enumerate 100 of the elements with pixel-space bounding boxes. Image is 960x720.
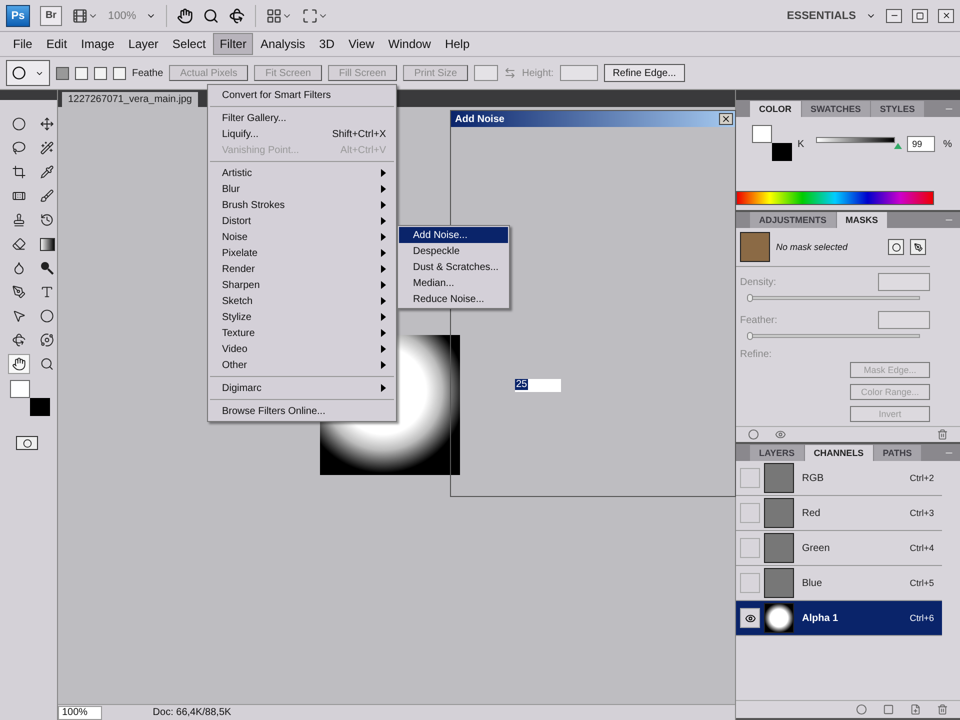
density-field[interactable] [878,273,930,291]
menu-item[interactable]: Video [208,341,396,357]
visibility-toggle[interactable] [740,503,760,523]
menu-item[interactable]: View [341,33,382,55]
panel-tab[interactable]: LAYERS [750,445,804,461]
panel-tab[interactable]: STYLES [870,101,924,117]
menu-item[interactable]: Despeckle [399,243,508,259]
foreground-swatch[interactable] [752,125,772,143]
amount-field[interactable]: 25 [515,379,561,392]
selection-mode-icon[interactable] [113,66,126,80]
menu-item[interactable]: Help [438,33,477,55]
menu-item[interactable]: Noise [208,229,396,245]
refine-edge-button[interactable]: Refine Edge... [604,64,686,82]
menu-item[interactable]: Sketch [208,293,396,309]
menu-item[interactable]: Convert for Smart Filters [208,87,396,103]
menu-item[interactable]: Texture [208,325,396,341]
menu-item[interactable]: Dust & Scratches... [399,259,508,275]
mask-status: No mask selected [776,242,849,252]
menu-item[interactable]: Pixelate [208,245,396,261]
restore-button[interactable] [912,8,928,22]
feather-field[interactable] [878,311,930,329]
visibility-toggle[interactable] [740,573,760,593]
panel-tab[interactable]: ADJUSTMENTS [750,212,836,228]
panel-tab[interactable]: COLOR [750,101,800,117]
menu-item[interactable]: File [6,33,40,55]
menu-item[interactable]: Distort [208,213,396,229]
bridge-button[interactable]: Br [40,6,62,26]
zoom-field[interactable]: 100% [58,706,102,720]
color-spectrum[interactable] [736,191,934,205]
height-field[interactable] [560,65,598,81]
background-swatch[interactable] [30,398,50,416]
app-logo[interactable]: Ps [6,4,30,26]
channel-row[interactable]: Red Ctrl+3 [736,496,942,531]
menu-item[interactable]: Reduce Noise... [399,291,508,307]
menu-item[interactable]: Filter [212,33,254,55]
visibility-toggle[interactable] [740,538,760,558]
menu-item[interactable]: Digimarc [208,380,396,396]
layout-icon[interactable] [266,8,282,24]
menu-item[interactable]: Brush Strokes [208,197,396,213]
panel-tab[interactable]: PATHS [874,445,921,461]
menu-item[interactable]: Median... [399,275,508,291]
menu-item[interactable]: Image [74,33,122,55]
selection-mode-icon[interactable] [94,66,107,80]
selection-mode-icon[interactable] [56,66,69,80]
mask-icon[interactable] [883,704,894,715]
panel-tab[interactable]: MASKS [836,212,888,228]
channel-row[interactable]: RGB Ctrl+2 [736,461,942,496]
panel-tab[interactable]: SWATCHES [802,101,870,117]
menu-item[interactable]: Window [381,33,438,55]
close-icon [942,11,950,20]
selection-icon[interactable] [748,429,759,440]
hand-icon[interactable] [177,8,194,24]
new-channel-icon[interactable] [910,704,921,715]
slider-thumb[interactable] [747,332,753,340]
visibility-toggle[interactable] [740,468,760,488]
channel-row[interactable]: Alpha 1 Ctrl+6 [736,601,942,636]
eye-icon[interactable] [775,429,786,440]
document-tab[interactable]: 1227267071_vera_main.jpg [62,92,198,107]
menu-item[interactable]: Stylize [208,309,396,325]
menu-item[interactable]: Filter Gallery... [208,110,396,126]
width-field[interactable] [474,65,498,81]
refine-label: Refine: [740,349,772,360]
rotate-icon[interactable] [229,8,246,24]
tool-preset-picker[interactable] [6,60,50,86]
close-button[interactable] [938,8,954,22]
panel-tab[interactable]: CHANNELS [804,445,873,461]
k-value-field[interactable]: 99 [907,136,936,152]
selection-mode-icon[interactable] [75,66,88,80]
pixel-mask-button[interactable] [888,239,904,255]
menu-item[interactable]: Layer [121,33,166,55]
menu-item[interactable]: Add Noise... [399,227,508,243]
screen-mode-icon[interactable] [302,8,318,24]
menu-item[interactable]: Render [208,261,396,277]
menu-item[interactable]: Liquify... Shift+Ctrl+X [208,126,396,142]
menu-item[interactable]: Sharpen [208,277,396,293]
trash-icon[interactable] [937,429,948,440]
vector-mask-button[interactable] [910,239,926,255]
menu-item[interactable]: Blur [208,181,396,197]
menu-item[interactable]: 3D [312,33,342,55]
menu-item[interactable]: Other [208,357,396,373]
menu-item[interactable]: Analysis [253,33,312,55]
slider-thumb[interactable] [747,294,753,302]
tool-button[interactable] [8,354,30,374]
selection-icon[interactable] [856,704,867,715]
close-button[interactable] [719,113,733,125]
menu-item[interactable]: Artistic [208,165,396,181]
menu-item[interactable]: Select [165,33,213,55]
minimize-button[interactable] [886,8,902,22]
channel-row[interactable]: Green Ctrl+4 [736,531,942,566]
trash-icon[interactable] [937,704,948,715]
menu-item[interactable]: Browse Filters Online... [208,403,396,419]
workspace-switcher[interactable]: ESSENTIALS [786,10,856,22]
zoom-icon[interactable] [203,8,220,24]
visibility-toggle[interactable] [740,608,760,628]
foreground-swatch[interactable] [10,380,30,398]
menu-item[interactable]: Edit [39,33,74,55]
quick-mask-button[interactable] [16,436,38,450]
film-icon[interactable] [72,8,88,24]
photo-placeholder [764,568,794,598]
background-swatch[interactable] [772,143,792,161]
